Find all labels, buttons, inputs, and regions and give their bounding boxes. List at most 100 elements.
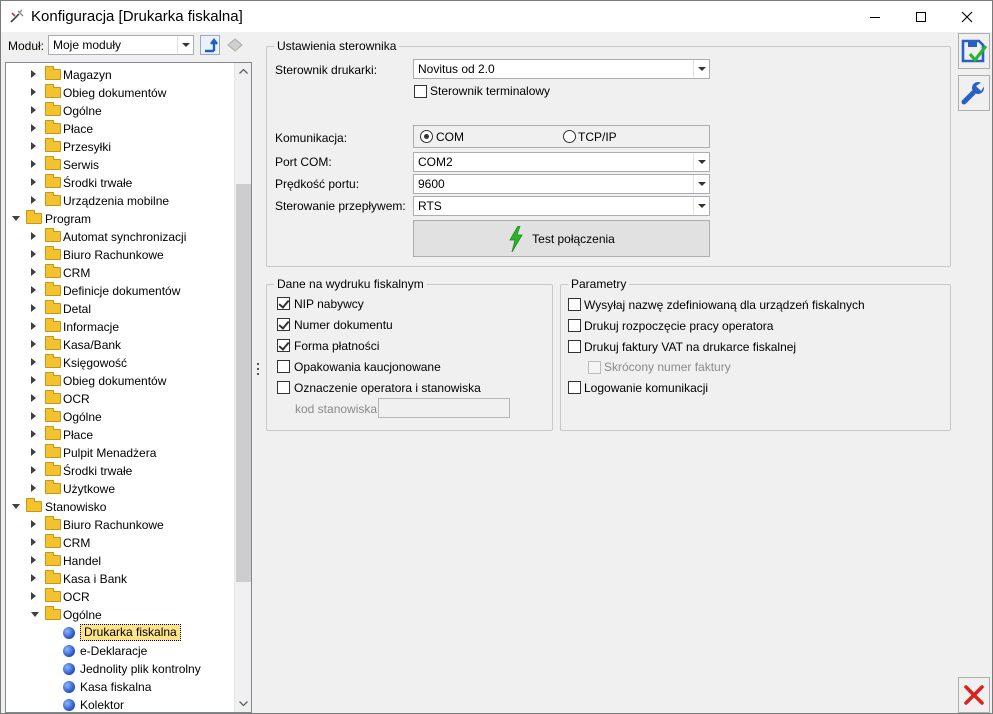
- tree-item[interactable]: Serwis: [6, 156, 234, 174]
- tree-expand-icon[interactable]: [31, 574, 36, 582]
- tree-item[interactable]: Stanowisko: [6, 498, 234, 516]
- tree-item[interactable]: Jednolity plik kontrolny: [6, 660, 234, 678]
- tree-item[interactable]: Pulpit Menadżera: [6, 444, 234, 462]
- tree-expand-icon[interactable]: [31, 178, 36, 186]
- tree-expand-icon[interactable]: [31, 556, 36, 564]
- tree-expand-icon[interactable]: [31, 466, 36, 474]
- tree-item[interactable]: Definicje dokumentów: [6, 282, 234, 300]
- payment-form-checkbox[interactable]: [277, 339, 290, 352]
- tree-expand-icon[interactable]: [31, 412, 36, 420]
- tree-expand-icon[interactable]: [31, 538, 36, 546]
- save-button[interactable]: [958, 33, 990, 69]
- tree-expand-icon[interactable]: [31, 142, 36, 150]
- speed-select[interactable]: 9600: [413, 174, 710, 194]
- tree-item[interactable]: Ogólne: [6, 102, 234, 120]
- tree-expand-icon[interactable]: [31, 448, 36, 456]
- operator-station-checkbox[interactable]: [277, 381, 290, 394]
- tree-expand-icon[interactable]: [31, 358, 36, 366]
- tree-item[interactable]: Program: [6, 210, 234, 228]
- tree-item[interactable]: Informacje: [6, 318, 234, 336]
- tree-item[interactable]: Płace: [6, 426, 234, 444]
- tree-item[interactable]: Księgowość: [6, 354, 234, 372]
- tree-item[interactable]: Płace: [6, 120, 234, 138]
- driver-select[interactable]: Novitus od 2.0: [413, 59, 710, 79]
- tree-expand-icon[interactable]: [31, 430, 36, 438]
- tree-item[interactable]: Detal: [6, 300, 234, 318]
- scroll-thumb[interactable]: [236, 184, 251, 582]
- refresh-modules-button[interactable]: [199, 34, 221, 56]
- tree-item[interactable]: Środki trwałe: [6, 174, 234, 192]
- close-button[interactable]: [944, 1, 990, 32]
- deposit-packaging-checkbox[interactable]: [277, 360, 290, 373]
- tree-expand-icon[interactable]: [31, 592, 36, 600]
- module-select[interactable]: Moje moduły: [48, 35, 194, 55]
- tree-expand-icon[interactable]: [31, 124, 36, 132]
- tree-item[interactable]: Użytkowe: [6, 480, 234, 498]
- tree-item[interactable]: OCR: [6, 588, 234, 606]
- scroll-up-icon[interactable]: [235, 63, 251, 80]
- tree-item[interactable]: Kasa/Bank: [6, 336, 234, 354]
- tree-item[interactable]: Ogólne: [6, 606, 234, 624]
- splitter-grip-icon[interactable]: [257, 363, 260, 379]
- tree-expand-icon[interactable]: [31, 304, 36, 312]
- tree-item[interactable]: e-Deklaracje: [6, 642, 234, 660]
- tree-item[interactable]: CRM: [6, 534, 234, 552]
- comm-tcpip-radio[interactable]: [563, 130, 576, 143]
- tree-item[interactable]: Handel: [6, 552, 234, 570]
- tree-expand-icon[interactable]: [31, 106, 36, 114]
- tree-item[interactable]: Przesyłki: [6, 138, 234, 156]
- test-connection-button[interactable]: Test połączenia: [413, 220, 710, 257]
- terminal-driver-checkbox[interactable]: [414, 85, 427, 98]
- tree-expand-icon[interactable]: [31, 232, 36, 240]
- flow-select[interactable]: RTS: [413, 196, 710, 216]
- tree-item[interactable]: Biuro Rachunkowe: [6, 246, 234, 264]
- tree-expand-icon[interactable]: [31, 376, 36, 384]
- print-operator-start-checkbox[interactable]: [568, 319, 581, 332]
- tree-item[interactable]: Ogólne: [6, 408, 234, 426]
- maximize-button[interactable]: [898, 1, 944, 32]
- tree-item[interactable]: Kolektor: [6, 696, 234, 712]
- tree-expand-icon[interactable]: [31, 286, 36, 294]
- tree-item[interactable]: OCR: [6, 390, 234, 408]
- edit-button[interactable]: [958, 75, 990, 111]
- tree-item[interactable]: Biuro Rachunkowe: [6, 516, 234, 534]
- tree-item[interactable]: Środki trwałe: [6, 462, 234, 480]
- comm-logging-checkbox[interactable]: [568, 381, 581, 394]
- tree-item[interactable]: CRM: [6, 264, 234, 282]
- tree-item[interactable]: Automat synchronizacji: [6, 228, 234, 246]
- tree-item-selected[interactable]: Drukarka fiskalna: [6, 624, 234, 642]
- module-action-button[interactable]: [224, 34, 246, 56]
- comm-com-radio[interactable]: [420, 130, 433, 143]
- tree-expand-icon[interactable]: [31, 268, 36, 276]
- nip-checkbox[interactable]: [277, 297, 290, 310]
- tree-item[interactable]: Kasa fiskalna: [6, 678, 234, 696]
- tree-collapse-icon[interactable]: [12, 216, 20, 221]
- tree-item[interactable]: Obieg dokumentów: [6, 372, 234, 390]
- tree-expand-icon[interactable]: [31, 394, 36, 402]
- tree-item[interactable]: Urządzenia mobilne: [6, 192, 234, 210]
- tree-expand-icon[interactable]: [31, 322, 36, 330]
- tree-collapse-icon[interactable]: [12, 504, 20, 509]
- tree-expand-icon[interactable]: [31, 160, 36, 168]
- short-invoice-number-checkbox[interactable]: [588, 361, 601, 374]
- tree-expand-icon[interactable]: [31, 88, 36, 96]
- tree-expand-icon[interactable]: [31, 196, 36, 204]
- scroll-down-icon[interactable]: [235, 695, 251, 712]
- config-tree[interactable]: Magazyn Obieg dokumentów Ogólne Płace Przesy…: [5, 62, 252, 713]
- tree-expand-icon[interactable]: [31, 520, 36, 528]
- tree-item[interactable]: Kasa i Bank: [6, 570, 234, 588]
- tree-expand-icon[interactable]: [31, 70, 36, 78]
- minimize-button[interactable]: [852, 1, 898, 32]
- print-vat-invoices-checkbox[interactable]: [568, 340, 581, 353]
- tree-expand-icon[interactable]: [31, 250, 36, 258]
- port-select[interactable]: COM2: [413, 152, 710, 172]
- doc-number-checkbox[interactable]: [277, 318, 290, 331]
- cancel-button[interactable]: [958, 677, 990, 713]
- send-device-name-checkbox[interactable]: [568, 298, 581, 311]
- tree-item[interactable]: Obieg dokumentów: [6, 84, 234, 102]
- tree-collapse-icon[interactable]: [31, 612, 39, 617]
- tree-expand-icon[interactable]: [31, 484, 36, 492]
- tree-item[interactable]: Magazyn: [6, 66, 234, 84]
- tree-scrollbar[interactable]: [234, 63, 251, 712]
- tree-expand-icon[interactable]: [31, 340, 36, 348]
